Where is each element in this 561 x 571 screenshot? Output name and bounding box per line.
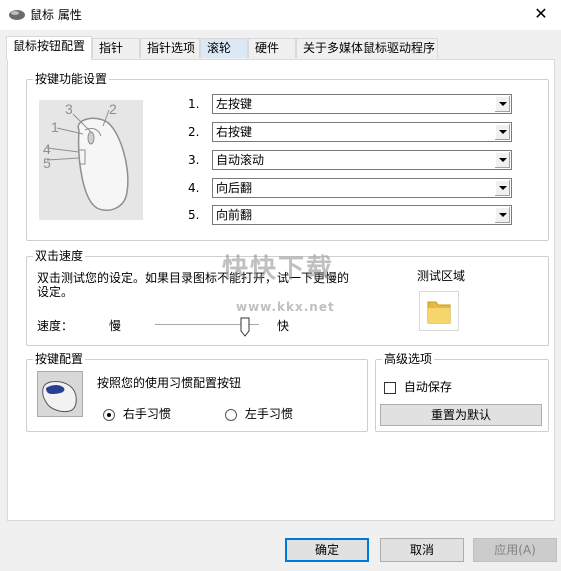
tab-pointer-options[interactable]: 指针选项	[140, 38, 200, 58]
button-2-select[interactable]: 右按键	[212, 122, 512, 142]
ok-button[interactable]: 确定	[285, 538, 369, 562]
tab-panel: 按键功能设置 1 2 3 4 5 1. 左按键 2. 右按键 3. 自动滚动 4…	[7, 59, 555, 521]
window-title: 鼠标 属性	[30, 8, 82, 22]
row-number-5: 5.	[188, 208, 200, 222]
button-settings-title: 按键功能设置	[33, 71, 110, 87]
chevron-down-icon[interactable]	[494, 152, 510, 168]
mouse-diagram-icon: 1 2 3 4 5	[43, 101, 129, 212]
button-5-select[interactable]: 向前翻	[212, 205, 512, 225]
mouse-icon	[42, 381, 77, 413]
tab-button-config[interactable]: 鼠标按钮配置	[6, 36, 92, 60]
tab-pointer[interactable]: 指针	[92, 38, 140, 58]
left-hand-radio[interactable]	[225, 408, 237, 421]
button-4-value: 向后翻	[216, 181, 253, 195]
right-hand-label: 右手习惯	[122, 407, 171, 421]
speed-label: 速度：	[37, 319, 74, 333]
double-click-title: 双击速度	[33, 248, 86, 264]
left-hand-option[interactable]: 左手习惯	[225, 405, 293, 422]
callout-2: 2	[109, 101, 117, 117]
title-bar: 鼠标 属性 ✕	[0, 0, 561, 30]
button-5-value: 向前翻	[216, 208, 253, 222]
test-area-label: 测试区域	[417, 269, 466, 283]
row-number-1: 1.	[188, 97, 200, 111]
folder-icon	[427, 301, 451, 324]
button-1-value: 左按键	[216, 97, 253, 111]
autosave-option[interactable]: 自动保存	[384, 378, 452, 395]
fast-label: 快	[277, 319, 290, 333]
chevron-down-icon[interactable]	[494, 96, 510, 112]
chevron-down-icon[interactable]	[494, 207, 510, 223]
mouse-diagram: 1 2 3 4 5	[39, 100, 143, 220]
callout-3: 3	[65, 101, 73, 117]
button-1-select[interactable]: 左按键	[212, 94, 512, 114]
button-2-value: 右按键	[216, 125, 253, 139]
chevron-down-icon[interactable]	[494, 180, 510, 196]
close-button[interactable]: ✕	[529, 3, 553, 25]
speed-slider-thumb[interactable]	[240, 317, 250, 337]
watermark-url: www.kkx.net	[236, 300, 335, 314]
button-4-select[interactable]: 向后翻	[212, 178, 512, 198]
advanced-options-title: 高级选项	[382, 351, 435, 367]
right-hand-option[interactable]: 右手习惯	[103, 405, 171, 422]
callout-1: 1	[51, 119, 59, 135]
tab-about-driver[interactable]: 关于多媒体鼠标驱动程序	[296, 38, 438, 58]
slow-label: 慢	[109, 319, 122, 333]
autosave-label: 自动保存	[403, 380, 452, 394]
right-hand-radio[interactable]	[103, 408, 115, 421]
button-3-select[interactable]: 自动滚动	[212, 150, 512, 170]
left-hand-label: 左手习惯	[244, 407, 293, 421]
row-number-2: 2.	[188, 125, 200, 139]
button-config-group: 按键配置 按照您的使用习惯配置按钮 右手习惯 左手习惯	[26, 351, 368, 432]
button-config-title: 按键配置	[33, 351, 86, 367]
row-number-4: 4.	[188, 181, 200, 195]
chevron-down-icon[interactable]	[494, 124, 510, 140]
reset-default-button[interactable]: 重置为默认	[380, 404, 542, 426]
mouse-app-icon	[9, 10, 25, 20]
advanced-options-group: 高级选项 自动保存 重置为默认	[375, 351, 549, 432]
callout-5: 5	[43, 155, 51, 171]
button-settings-group: 按键功能设置 1 2 3 4 5 1. 左按键 2. 右按键 3. 自动滚动 4…	[26, 71, 549, 241]
tab-wheel[interactable]: 滚轮	[200, 38, 248, 58]
test-area[interactable]	[419, 291, 459, 331]
double-click-description-line2: 设定。	[37, 285, 74, 299]
watermark-text: 快快下载	[222, 254, 335, 284]
tab-hardware[interactable]: 硬件	[248, 38, 296, 58]
apply-button[interactable]: 应用(A)	[473, 538, 557, 562]
cancel-button[interactable]: 取消	[380, 538, 464, 562]
row-number-3: 3.	[188, 153, 200, 167]
button-config-description: 按照您的使用习惯配置按钮	[97, 376, 242, 390]
button-3-value: 自动滚动	[216, 153, 265, 167]
autosave-checkbox[interactable]	[384, 381, 396, 394]
mouse-config-image	[37, 371, 83, 417]
